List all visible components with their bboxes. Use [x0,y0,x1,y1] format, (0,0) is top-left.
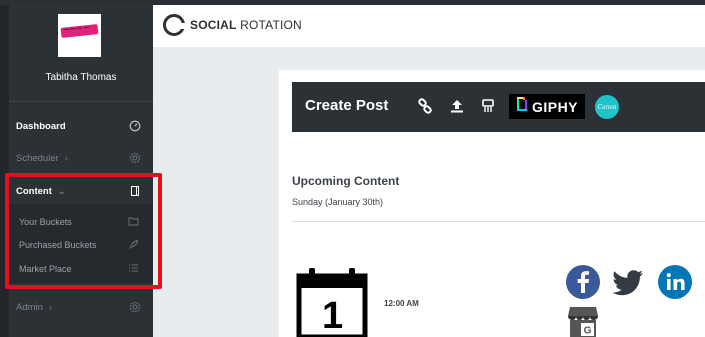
rocket-icon [128,239,139,252]
book-icon [129,185,141,197]
sidebar-edge [0,5,9,337]
submenu-item-label: Purchased Buckets [19,240,97,250]
calendar-day: 1 [322,295,344,337]
top-header: SOCIAL ROTATION [153,5,705,47]
sidebar-item-content[interactable]: Content ⌄ [16,183,141,199]
svg-text:G: G [584,326,592,337]
upcoming-content-title: Upcoming Content [292,174,400,188]
content-divider [292,221,705,222]
giphy-label: GIPHY [531,98,579,115]
sidebar-item-label: Content [16,185,52,197]
sidebar-item-label: Dashboard [16,120,66,132]
submenu-item-market-place[interactable]: Market Place [19,262,139,276]
submenu-item-label: Market Place [19,264,72,274]
chevron-down-icon: ⌄ [57,185,66,196]
brand-name: SOCIAL ROTATION [190,18,302,32]
upcoming-content-date: Sunday (January 30th) [292,197,384,207]
sidebar-divider [9,101,153,102]
post-time: 12:00 AM [384,299,419,308]
folder-icon [128,216,139,228]
sidebar-item-scheduler[interactable]: Scheduler › [16,150,141,166]
gear-icon [129,152,141,164]
sidebar-item-label: Admin [16,301,43,313]
submenu-item-purchased-buckets[interactable]: Purchased Buckets [19,238,139,252]
shredder-icon[interactable] [479,97,497,115]
chevron-right-icon: › [64,153,68,163]
user-avatar[interactable]: ~~~~ [58,14,101,57]
sidebar-item-dashboard[interactable]: Dashboard [16,118,141,134]
user-name: Tabitha Thomas [45,72,117,83]
gear-icon [129,301,141,313]
linkedin-icon[interactable] [658,265,692,299]
sidebar-item-label: Scheduler [16,152,59,164]
chevron-right-icon: › [48,302,52,312]
create-post-bar: Create Post GIPHY Canva [292,82,705,132]
brand-logo[interactable]: SOCIAL ROTATION [163,14,302,36]
list-icon [128,263,139,275]
giphy-icon [516,96,528,117]
link-icon[interactable] [416,97,434,115]
twitter-icon[interactable] [612,265,646,299]
giphy-button[interactable]: GIPHY [509,94,585,119]
upload-icon[interactable] [448,97,466,115]
brand-rotation-icon [163,14,186,36]
gauge-icon [129,120,141,132]
submenu-item-label: Your Buckets [19,217,72,227]
facebook-icon[interactable] [566,265,600,299]
sidebar-item-admin[interactable]: Admin › [16,299,141,315]
canva-icon[interactable]: Canva [595,95,619,119]
google-business-icon[interactable]: G [567,304,599,337]
create-post-title: Create Post [305,97,389,114]
submenu-item-your-buckets[interactable]: Your Buckets [19,215,139,229]
